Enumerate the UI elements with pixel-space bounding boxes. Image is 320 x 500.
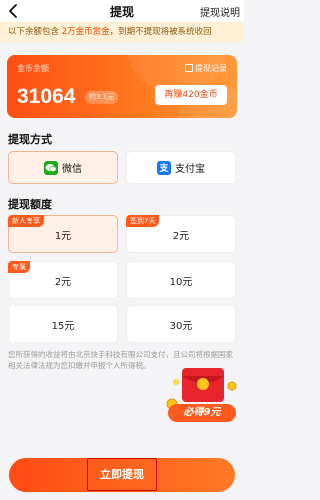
- amount-option-label: 2元: [172, 230, 190, 242]
- amount-tag: 签到7天: [126, 215, 160, 227]
- amount-option[interactable]: 新人专享 1元: [8, 215, 118, 253]
- method-alipay-label: 支付宝: [175, 164, 205, 175]
- promo-label: 必得9元: [183, 407, 221, 418]
- wechat-icon: [44, 160, 58, 175]
- amount-tag: 专属: [8, 261, 30, 273]
- coin-balance-label: 金币余额: [17, 64, 49, 73]
- amount-option[interactable]: 签到7天 2元: [126, 215, 236, 253]
- balance-approx-badge: 约3.1元: [85, 91, 119, 104]
- method-alipay[interactable]: 支 支付宝: [126, 151, 236, 184]
- records-icon: [185, 64, 193, 72]
- expiry-notice-banner: 以下余额包含 2万金币赏金，到期不提现将被系统收回: [0, 22, 244, 42]
- coin-balance-amount: 31064: [17, 85, 76, 108]
- amount-option-label: 2元: [54, 276, 72, 288]
- amount-option[interactable]: 15元: [8, 305, 118, 343]
- withdraw-records-link[interactable]: 提现记录: [185, 63, 227, 74]
- top-nav-bar: 提现 提现说明: [0, 0, 244, 22]
- notice-highlight: 2万金币赏金: [61, 27, 110, 37]
- amount-option-label: 15元: [51, 320, 75, 332]
- withdraw-instructions-link[interactable]: 提现说明: [200, 4, 240, 19]
- amount-option-label: 1元: [54, 230, 72, 242]
- withdraw-amount-title: 提现额度: [8, 198, 52, 211]
- withdraw-now-button[interactable]: 立即提现: [9, 458, 235, 492]
- amount-option-label: 10元: [169, 276, 193, 288]
- notice-prefix: 以下余额包含: [8, 27, 62, 37]
- method-wechat[interactable]: 微信: [8, 151, 118, 184]
- earn-more-coins-button[interactable]: 再赚420金币: [155, 85, 227, 105]
- red-packet-promo[interactable]: 必得9元: [164, 364, 240, 426]
- amount-option[interactable]: 30元: [126, 305, 236, 343]
- method-wechat-label: 微信: [62, 164, 82, 175]
- coin-balance-card: 金币余额 提现记录 31064 约3.1元 再赚420金币: [7, 55, 237, 118]
- withdraw-method-title: 提现方式: [8, 133, 52, 146]
- amount-option[interactable]: 10元: [126, 261, 236, 299]
- amount-option-label: 30元: [169, 320, 193, 332]
- amount-tag: 新人专享: [8, 215, 44, 227]
- focus-highlight: [87, 458, 157, 491]
- withdraw-records-label: 提现记录: [195, 64, 227, 73]
- notice-suffix: ，到期不提现将被系统收回: [109, 27, 212, 37]
- alipay-icon: 支: [157, 160, 171, 175]
- amount-option[interactable]: 专属 2元: [8, 261, 118, 299]
